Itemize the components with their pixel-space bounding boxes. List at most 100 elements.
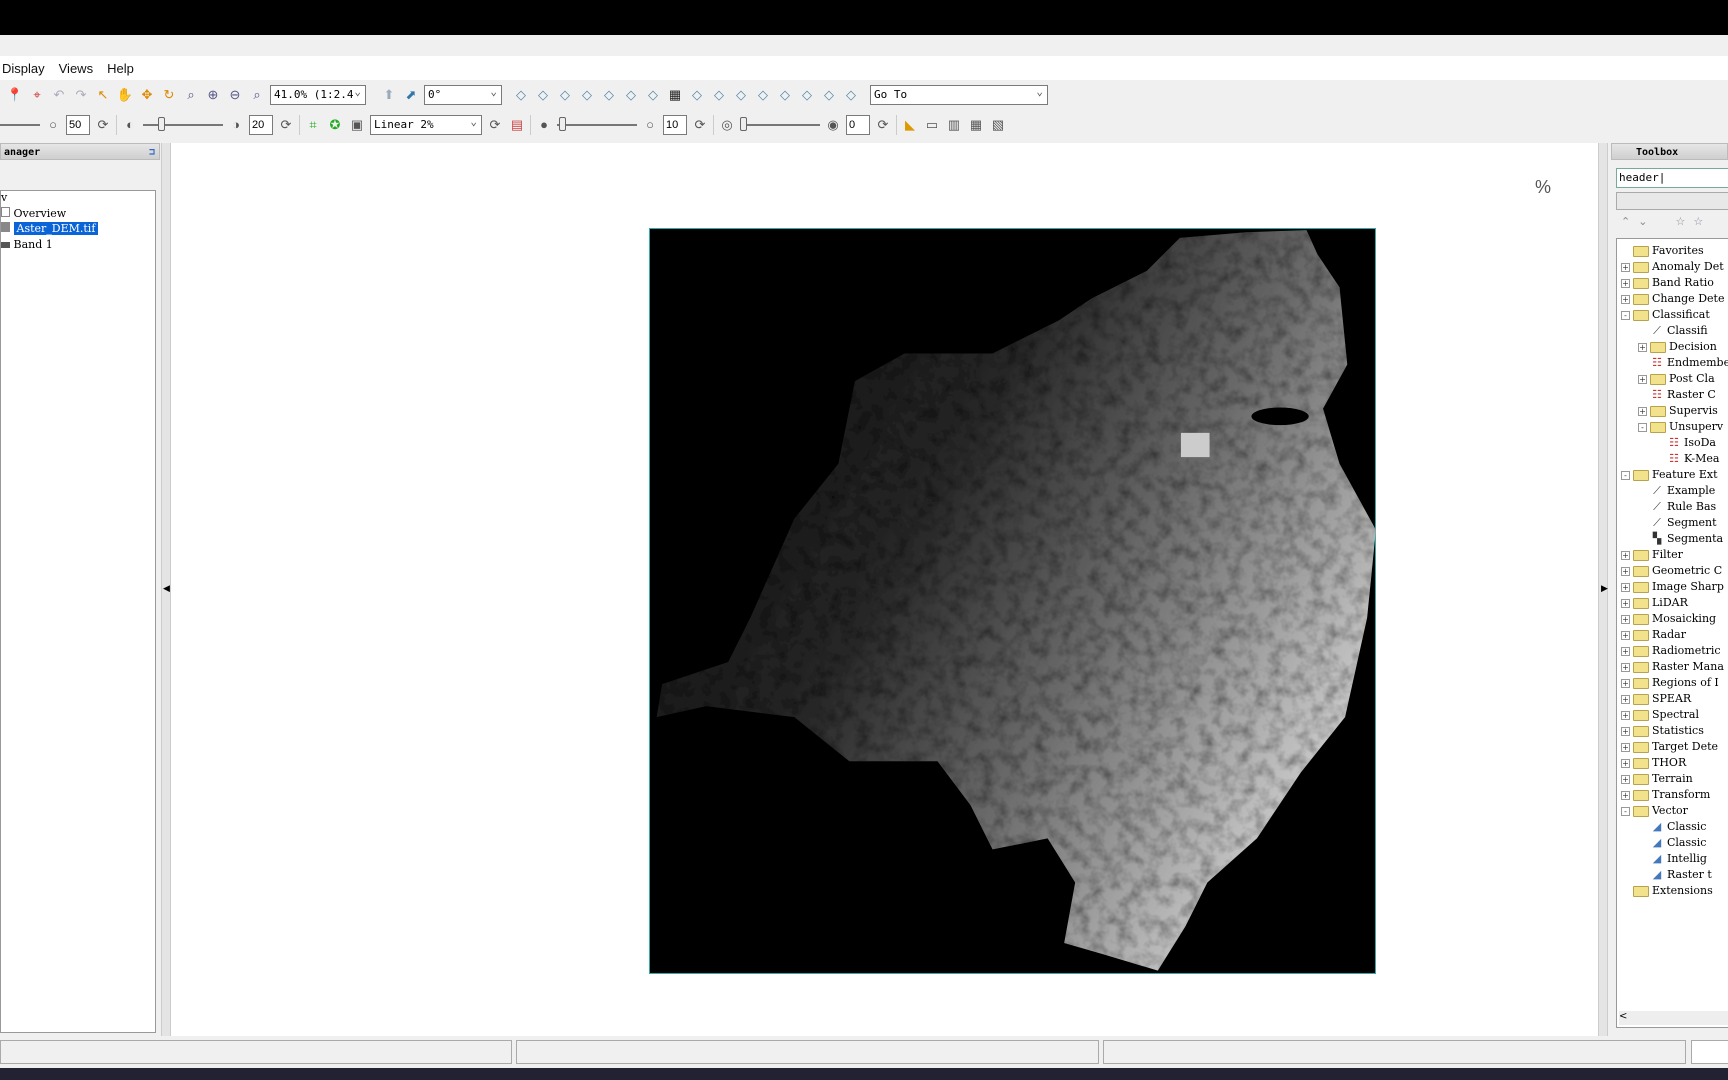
toolbox-item[interactable]: ⟋ Rule Bas <box>1638 499 1716 515</box>
brightness-slider[interactable] <box>0 124 40 126</box>
toolbox-item[interactable]: + Change Dete <box>1621 291 1724 307</box>
toolbox-item[interactable]: ◢ Classic <box>1638 835 1707 851</box>
grid-icon[interactable]: ▦ <box>666 86 684 104</box>
contrast-slider[interactable] <box>143 117 223 131</box>
stretch-custom-icon[interactable]: ▣ <box>348 116 366 134</box>
text-annotation-icon[interactable]: ◇ <box>688 86 706 104</box>
toolbox-item[interactable]: - Vector <box>1621 803 1688 819</box>
dock-icon[interactable]: ⊐ <box>149 144 155 161</box>
undo-icon[interactable]: ↶ <box>50 86 68 104</box>
toolbox-item[interactable]: + Anomaly Det <box>1621 259 1724 275</box>
toolbox-item[interactable]: + Transform <box>1621 787 1710 803</box>
expand-node-icon[interactable]: + <box>1638 406 1647 416</box>
expand-node-icon[interactable]: + <box>1621 694 1630 704</box>
toolbox-item[interactable]: + Supervis <box>1638 403 1718 419</box>
toolbox-item[interactable]: + Geometric C <box>1621 563 1722 579</box>
stretch-full-icon[interactable]: ✪ <box>326 116 344 134</box>
expand-node-icon[interactable]: + <box>1621 582 1630 592</box>
left-splitter[interactable]: ◀ <box>161 143 171 1036</box>
redo-icon[interactable]: ↷ <box>72 86 90 104</box>
crosshair-toggle-icon[interactable]: % <box>1535 177 1551 198</box>
ellipse-annotation-icon[interactable]: ◇ <box>776 86 794 104</box>
polygon-annotation-icon[interactable]: ◇ <box>732 86 750 104</box>
toolbox-item[interactable]: + Radiometric <box>1621 643 1721 659</box>
arrow-annotation-icon[interactable]: ◇ <box>820 86 838 104</box>
toolbox-search-input[interactable]: header| <box>1616 168 1728 188</box>
reset-transparency-icon[interactable]: ⟳ <box>874 116 892 134</box>
toolbox-item[interactable]: ☷ Endmembe <box>1638 355 1728 371</box>
collapse-node-icon[interactable]: - <box>1621 310 1630 320</box>
menu-help[interactable]: Help <box>107 61 134 76</box>
toolbox-item[interactable]: - Feature Ext <box>1621 467 1718 483</box>
profile-icon[interactable]: ◣ <box>901 116 919 134</box>
expand-node-icon[interactable]: + <box>1621 662 1630 672</box>
vector-merge-icon[interactable]: ◇ <box>644 86 662 104</box>
expand-icon[interactable]: ⌄ <box>1638 215 1647 228</box>
menu-views[interactable]: Views <box>59 61 93 76</box>
cursor-value-icon[interactable]: ◇ <box>512 86 530 104</box>
expand-node-icon[interactable]: + <box>1621 774 1630 784</box>
expand-node-icon[interactable]: + <box>1621 294 1630 304</box>
expand-node-icon[interactable]: + <box>1621 646 1630 656</box>
toolbox-item[interactable]: + Image Sharp <box>1621 579 1724 595</box>
picture-annotation-icon[interactable]: ◇ <box>842 86 860 104</box>
portal-icon[interactable]: ◇ <box>534 86 552 104</box>
toolbox-item[interactable]: + Terrain <box>1621 771 1693 787</box>
reset-stretch-icon[interactable]: ⟳ <box>486 116 504 134</box>
pan-hand-icon[interactable]: ✋ <box>116 86 134 104</box>
remove-favorite-icon[interactable]: ☆ <box>1693 215 1703 228</box>
toolbox-item[interactable]: + Target Dete <box>1621 739 1718 755</box>
toolbox-item[interactable]: + Mosaicking <box>1621 611 1716 627</box>
toolbox-item[interactable]: + LiDAR <box>1621 595 1688 611</box>
goto-select[interactable]: Go To <box>870 83 1048 105</box>
rotate-icon[interactable]: ↻ <box>160 86 178 104</box>
toolbox-item[interactable]: ◢ Intellig <box>1638 851 1707 867</box>
color-table-icon[interactable]: ▤ <box>508 116 526 134</box>
toolbox-item[interactable]: ◢ Raster t <box>1638 867 1712 883</box>
expand-node-icon[interactable]: + <box>1621 550 1630 560</box>
toolbox-item[interactable]: + Decision <box>1638 339 1717 355</box>
zoom-fixed-icon[interactable]: ⌕ <box>248 86 266 104</box>
symbol-annotation-icon[interactable]: ◇ <box>710 86 728 104</box>
transparency-input[interactable]: 0 <box>846 115 870 135</box>
layer-item[interactable]: Aster_DEM.tif <box>1 222 99 235</box>
select-arrow-icon[interactable]: ↖ <box>94 86 112 104</box>
rotate-custom-icon[interactable]: ⬈ <box>402 86 420 104</box>
toolbox-item[interactable]: + Spectral <box>1621 707 1699 723</box>
toolbox-item[interactable]: ☷ K-Mea <box>1655 451 1719 467</box>
overview-item[interactable]: Overview <box>1 207 66 220</box>
zoom-in-icon[interactable]: ⊕ <box>204 86 222 104</box>
toolbox-item[interactable]: + Statistics <box>1621 723 1704 739</box>
vector-edit-icon[interactable]: ◇ <box>578 86 596 104</box>
collapse-icon[interactable]: ⌃ <box>1621 215 1630 228</box>
swipe-icon[interactable]: ▥ <box>945 116 963 134</box>
toolbox-item[interactable]: + Regions of I <box>1621 675 1719 691</box>
stretch-extent-icon[interactable]: ⌗ <box>304 116 322 134</box>
expand-node-icon[interactable]: + <box>1638 342 1647 352</box>
expand-node-icon[interactable]: + <box>1621 598 1630 608</box>
toolbox-item[interactable]: ⟋ Classifi <box>1638 323 1708 339</box>
collapse-node-icon[interactable]: - <box>1621 470 1630 480</box>
move-icon[interactable]: ✥ <box>138 86 156 104</box>
rotate-north-icon[interactable]: ⬆ <box>380 86 398 104</box>
toolbox-item[interactable]: + Band Ratio <box>1621 275 1714 291</box>
collapse-node-icon[interactable]: - <box>1621 806 1630 816</box>
zoom-select[interactable]: 41.0% (1:2.4 <box>270 83 366 105</box>
expand-node-icon[interactable]: + <box>1621 614 1630 624</box>
toolbox-item[interactable]: ⟋ Segment <box>1638 515 1716 531</box>
expand-node-icon[interactable]: + <box>1621 278 1630 288</box>
sharpen-input[interactable]: 10 <box>663 115 687 135</box>
chip-view-icon[interactable]: ▭ <box>923 116 941 134</box>
band-item[interactable]: Band 1 <box>1 238 53 251</box>
expand-node-icon[interactable]: + <box>1621 790 1630 800</box>
toolbox-item[interactable]: + Raster Mana <box>1621 659 1724 675</box>
contrast-input[interactable]: 20 <box>249 115 273 135</box>
expand-node-icon[interactable]: + <box>1621 678 1630 688</box>
rectangle-annotation-icon[interactable]: ◇ <box>754 86 772 104</box>
right-splitter[interactable]: ▶ <box>1598 143 1608 1036</box>
fly-icon[interactable]: ⌕ <box>182 86 200 104</box>
toolbox-item[interactable]: ▚ Segmenta <box>1638 531 1723 547</box>
expand-node-icon[interactable]: + <box>1621 566 1630 576</box>
reset-brightness-icon[interactable]: ⟳ <box>94 116 112 134</box>
stretch-select[interactable]: Linear 2% <box>370 113 482 135</box>
